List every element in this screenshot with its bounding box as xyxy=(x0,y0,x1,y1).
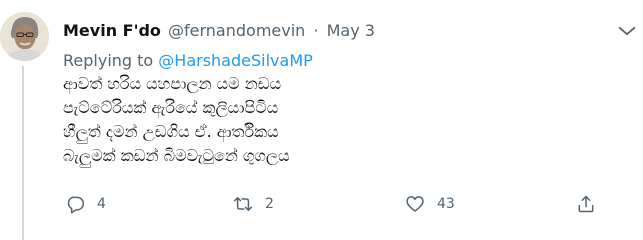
share-icon xyxy=(578,195,594,213)
retweet-button[interactable]: 2 xyxy=(233,190,274,218)
replying-to-label: Replying to xyxy=(63,51,154,70)
tweet-date[interactable]: May 3 xyxy=(327,21,375,40)
tweet-text: ආවත් හරිය යහපාලන යම නඩය පැට්ටේරියක් ඇරිය… xyxy=(63,74,290,165)
chevron-down-icon[interactable] xyxy=(616,20,638,42)
retweet-count: 2 xyxy=(265,196,274,212)
reply-count: 4 xyxy=(97,196,106,212)
reply-button[interactable]: 4 xyxy=(65,190,106,218)
author-handle[interactable]: @fernandomevin xyxy=(168,21,305,40)
author-name[interactable]: Mevin F'do xyxy=(63,21,161,40)
tweet-actions: 4 2 43 xyxy=(63,190,623,218)
retweet-icon xyxy=(233,197,253,211)
heart-icon xyxy=(406,196,424,212)
avatar[interactable] xyxy=(0,12,49,61)
like-count: 43 xyxy=(437,196,455,212)
avatar-image xyxy=(0,12,49,61)
replying-to-mention[interactable]: @HarshadeSilvaMP xyxy=(158,51,312,70)
like-button[interactable]: 43 xyxy=(405,190,455,218)
reply-icon xyxy=(67,196,85,214)
tweet-header: Mevin F'do @fernandomevin · May 3 xyxy=(63,19,375,43)
share-button[interactable] xyxy=(576,190,596,218)
tweet[interactable]: Mevin F'do @fernandomevin · May 3 Replyi… xyxy=(0,0,643,240)
separator-dot: · xyxy=(313,21,319,40)
thread-line xyxy=(22,66,24,240)
replying-to: Replying to @HarshadeSilvaMP xyxy=(63,50,313,72)
